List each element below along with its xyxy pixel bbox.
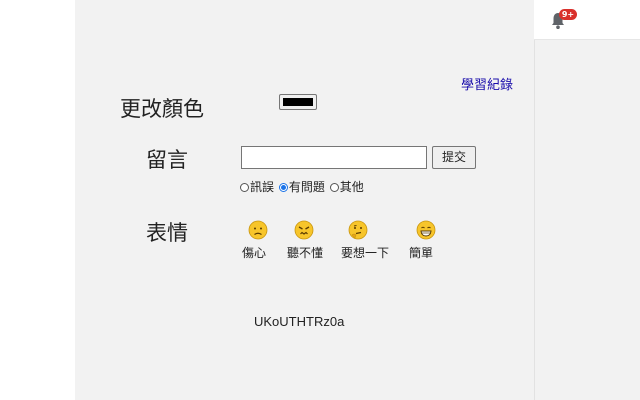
left-gutter [0, 0, 75, 400]
radio-option-error[interactable]: 訊誤 [240, 180, 274, 194]
emotion-label-sad: 傷心 [242, 246, 267, 260]
thinking-face-icon[interactable] [348, 220, 368, 240]
emotion-label-thinking: 要想一下 [341, 246, 390, 260]
radio-circle-icon[interactable] [329, 183, 339, 192]
radio-option-question[interactable]: 有問題 [278, 180, 325, 194]
message-label: 留言 [146, 148, 188, 172]
message-input[interactable] [241, 146, 427, 169]
emotion-label: 表情 [146, 221, 188, 245]
confused-face-icon[interactable] [294, 220, 314, 240]
radio-label: 其他 [339, 180, 364, 194]
emotion-label-easy: 簡單 [409, 246, 434, 260]
sad-face-icon[interactable] [248, 220, 268, 240]
notification-badge: 9+ [559, 9, 577, 20]
captcha-text: UKoUTHTRz0a [254, 314, 345, 329]
submit-button[interactable]: 提交 [432, 146, 476, 169]
color-picker-fill [283, 98, 313, 106]
radio-label: 有問題 [288, 180, 325, 194]
learning-record-link[interactable]: 學習紀錄 [461, 74, 513, 93]
radio-circle-icon[interactable] [240, 183, 249, 192]
message-type-radio-group: 訊誤 有問題 其他 [240, 180, 365, 194]
main-panel [75, 0, 534, 400]
radio-circle-checked-icon[interactable] [278, 183, 288, 192]
color-picker[interactable] [279, 94, 317, 110]
radio-option-other[interactable]: 其他 [329, 180, 364, 194]
radio-label: 訊誤 [250, 180, 275, 194]
right-column [534, 0, 640, 400]
grin-face-icon[interactable] [416, 220, 436, 240]
change-color-label: 更改顏色 [120, 97, 204, 121]
emotion-label-confused: 聽不懂 [287, 246, 324, 260]
